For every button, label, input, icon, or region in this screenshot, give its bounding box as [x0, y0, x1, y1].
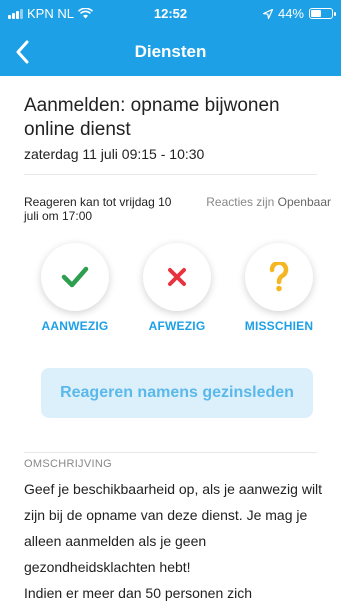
visibility-value: Openbaar [277, 195, 331, 209]
response-deadline: Reageren kan tot vrijdag 10 juli om 17:0… [24, 195, 172, 223]
cross-icon [168, 268, 186, 286]
page-title: Diensten [134, 42, 207, 61]
check-icon [61, 266, 89, 288]
description-section: OMSCHRIJVING Geef je beschikbaarheid op,… [24, 458, 329, 606]
navigation-bar: Diensten [0, 32, 341, 72]
battery-icon [309, 8, 336, 19]
event-title: Aanmelden: opname bijwonen online dienst [24, 95, 280, 140]
response-absent: AFWEZIG [137, 243, 217, 333]
response-visibility: Reacties zijn Openbaar [206, 195, 331, 209]
location-arrow-icon [262, 8, 273, 19]
app-header: KPN NL 12:52 44% Diensten [0, 0, 341, 76]
respond-for-family-button[interactable]: Reageren namens gezinsleden [41, 368, 313, 418]
event-header: Aanmelden: opname bijwonen online dienst… [24, 94, 325, 162]
maybe-label[interactable]: MISSCHIEN [239, 319, 319, 333]
battery-percentage: 44% [277, 6, 304, 21]
present-label[interactable]: AANWEZIG [35, 319, 115, 333]
status-bar: KPN NL 12:52 44% [0, 0, 341, 28]
event-datetime: zaterdag 11 juli 09:15 - 10:30 [24, 146, 205, 162]
divider [24, 452, 317, 453]
response-maybe: MISSCHIEN [239, 243, 319, 333]
response-present: AANWEZIG [35, 243, 115, 333]
question-icon [269, 262, 289, 292]
visibility-prefix: Reacties zijn [206, 195, 278, 209]
description-body: Geef je beschikbaarheid op, als je aanwe… [24, 481, 323, 601]
absent-label[interactable]: AFWEZIG [137, 319, 217, 333]
description-heading: OMSCHRIJVING [24, 458, 112, 470]
present-button[interactable] [41, 243, 109, 311]
divider [24, 174, 317, 175]
maybe-button[interactable] [245, 243, 313, 311]
absent-button[interactable] [143, 243, 211, 311]
